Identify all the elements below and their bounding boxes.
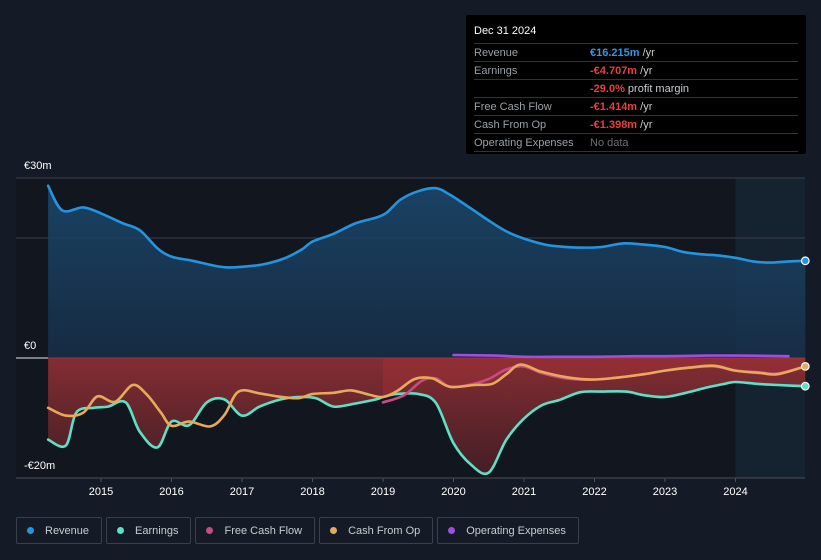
legend-label: Earnings <box>135 524 179 537</box>
x-tick-label: 2015 <box>89 486 113 498</box>
end-marker-cash-from-op[interactable] <box>800 362 810 371</box>
tooltip-row-unit: /yr <box>637 64 653 77</box>
x-tick-label: 2019 <box>371 486 395 498</box>
legend-dot-icon <box>448 527 456 534</box>
tooltip-row-label: Revenue <box>474 46 519 59</box>
x-tick-label: 2023 <box>653 486 677 498</box>
legend-dot-icon <box>330 527 338 534</box>
legend-item-free-cash-flow[interactable]: Free Cash Flow <box>195 517 316 544</box>
tooltip-row: Cash From Op -€1.398m /yr <box>474 116 798 134</box>
tooltip-row: Operating Expenses No data <box>474 134 798 152</box>
end-marker-revenue[interactable] <box>800 256 810 266</box>
y-tick-label: -€20m <box>24 460 55 472</box>
tooltip-row-label: Earnings <box>474 64 518 77</box>
tooltip-row: -29.0% profit margin <box>474 80 798 98</box>
x-tick-label: 2021 <box>512 486 536 498</box>
tooltip-panel: Dec 31 2024 Revenue €16.215m /yr Earnings -… <box>466 15 806 154</box>
tooltip-row-value: No data <box>590 136 629 149</box>
legend-item-revenue[interactable]: Revenue <box>16 517 103 544</box>
legend-label: Cash From Op <box>348 524 421 537</box>
tooltip-row-value: -€4.707m <box>590 64 638 77</box>
x-tick-label: 2017 <box>230 486 254 498</box>
tooltip-row-value: -29.0% <box>590 82 625 95</box>
tooltip-row-value: -€1.398m <box>590 118 638 131</box>
x-tick-label: 2022 <box>582 486 606 498</box>
tooltip-row-unit: /yr <box>639 46 655 59</box>
tooltip-row-unit: profit margin <box>624 82 690 95</box>
tooltip-row-value: €16.215m <box>590 46 640 59</box>
x-tick-label: 2018 <box>300 486 324 498</box>
tooltip-row-label: Cash From Op <box>474 118 547 131</box>
x-tick-label: 2016 <box>159 486 183 498</box>
tooltip-row: Revenue €16.215m /yr <box>474 44 798 62</box>
legend-item-cash-from-op[interactable]: Cash From Op <box>319 517 434 544</box>
legend-dot-icon <box>206 527 214 534</box>
tooltip-row-unit: /yr <box>637 100 653 113</box>
tooltip-row-value: -€1.414m <box>590 100 638 113</box>
legend-dot-icon <box>117 527 125 534</box>
legend-label: Free Cash Flow <box>224 524 303 537</box>
y-tick-label: €0 <box>24 340 36 352</box>
legend-item-earnings[interactable]: Earnings <box>106 517 192 544</box>
tooltip-row-label: Operating Expenses <box>474 136 574 149</box>
legend-item-operating-expenses[interactable]: Operating Expenses <box>437 517 579 544</box>
tooltip-row-unit: /yr <box>637 118 653 131</box>
legend: Revenue Earnings Free Cash Flow Cash From O… <box>16 517 579 544</box>
tooltip-date: Dec 31 2024 <box>474 23 798 44</box>
y-tick-label: €30m <box>24 160 52 172</box>
x-tick-label: 2020 <box>441 486 465 498</box>
tooltip-row: Earnings -€4.707m /yr <box>474 62 798 80</box>
legend-label: Operating Expenses <box>466 524 566 537</box>
x-tick-label: 2024 <box>723 486 747 498</box>
tooltip-row-label: Free Cash Flow <box>474 100 552 113</box>
tooltip-row: Free Cash Flow -€1.414m /yr <box>474 98 798 116</box>
legend-label: Revenue <box>45 524 90 537</box>
end-marker-earnings[interactable] <box>800 381 810 391</box>
series-line-operating-expenses <box>452 353 790 359</box>
legend-dot-icon <box>27 527 34 534</box>
